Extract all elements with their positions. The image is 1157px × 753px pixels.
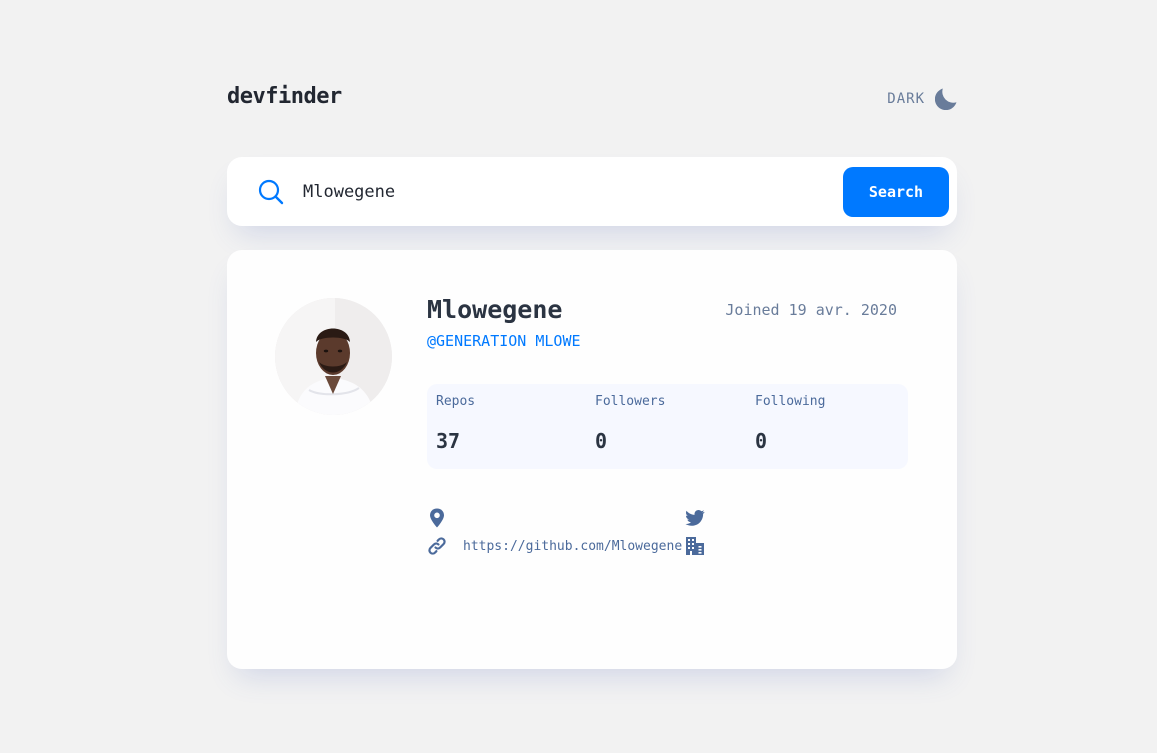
moon-icon[interactable] — [935, 88, 957, 110]
stat-following: Following 0 — [755, 394, 825, 453]
link-icon — [428, 537, 446, 555]
location-pin-icon — [430, 508, 444, 528]
building-icon — [686, 537, 704, 555]
theme-toggle-label[interactable]: DARK — [887, 91, 925, 107]
stat-followers-label: Followers — [595, 394, 666, 409]
theme-toggle[interactable]: DARK — [887, 88, 957, 110]
search-icon — [258, 179, 284, 205]
stat-repos: Repos 37 — [436, 394, 475, 453]
company-item — [685, 536, 721, 556]
avatar-image — [275, 298, 392, 415]
stat-repos-value: 37 — [436, 429, 461, 453]
stat-followers-value: 0 — [595, 429, 608, 453]
search-input[interactable] — [303, 175, 823, 209]
blog-item[interactable]: https://github.com/Mlowegene — [427, 536, 682, 556]
profile-name: Mlowegene — [427, 295, 563, 324]
twitter-item — [685, 508, 721, 528]
blog-link[interactable]: https://github.com/Mlowegene — [463, 539, 682, 554]
stats-panel: Repos 37 Followers 0 Following 0 — [427, 384, 908, 469]
profile-links: https://github.com/Mlowegene — [427, 508, 908, 568]
stat-following-value: 0 — [755, 429, 768, 453]
avatar — [275, 298, 392, 415]
header: devfinder DARK — [227, 84, 957, 114]
twitter-icon — [685, 510, 705, 526]
search-bar: Search — [227, 157, 957, 226]
stat-following-label: Following — [755, 394, 826, 409]
profile-login-link[interactable]: @GENERATION MLOWE — [427, 332, 581, 350]
location-item — [427, 508, 463, 528]
join-date: Joined 19 avr. 2020 — [725, 301, 897, 319]
stat-followers: Followers 0 — [595, 394, 665, 453]
profile-card: Mlowegene Joined 19 avr. 2020 @GENERATIO… — [227, 250, 957, 669]
app-logo: devfinder — [227, 84, 342, 109]
stat-repos-label: Repos — [436, 394, 476, 409]
search-button[interactable]: Search — [843, 167, 949, 217]
